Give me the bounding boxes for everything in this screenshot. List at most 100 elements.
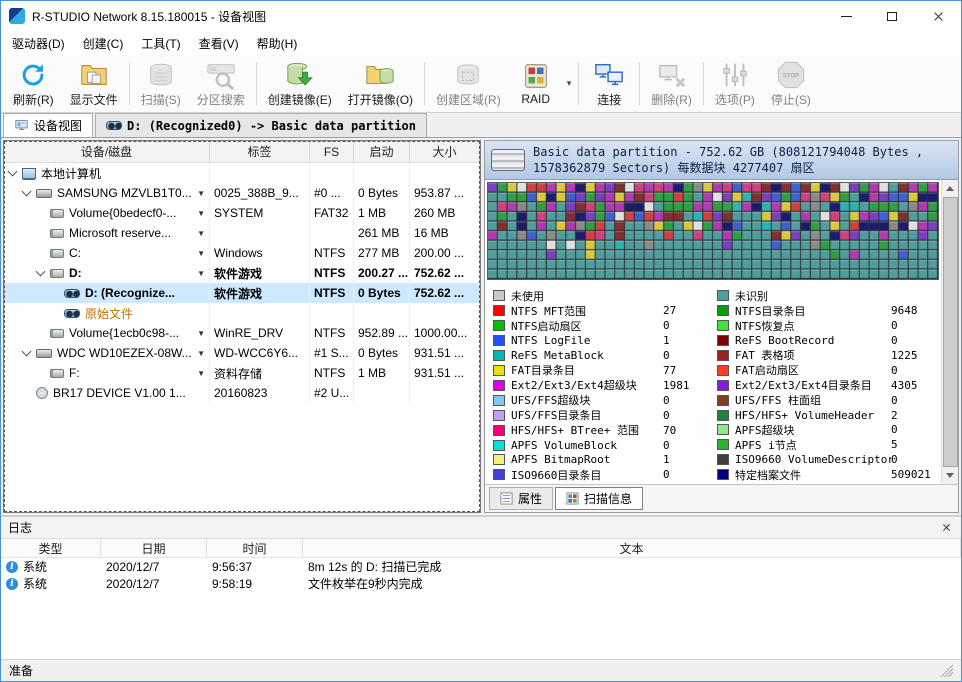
menu-item[interactable]: 驱动器(D) bbox=[3, 32, 74, 55]
tree-row[interactable]: D:▼软件游戏NTFS200.27 ...752.62 ... bbox=[4, 263, 480, 283]
expander-icon[interactable] bbox=[22, 347, 32, 357]
tree-row[interactable]: 本地计算机 bbox=[4, 163, 480, 183]
cell-size: 200.00 ... bbox=[410, 243, 480, 263]
expander-icon[interactable] bbox=[36, 267, 46, 277]
resize-grip[interactable] bbox=[940, 664, 953, 677]
minimize-button[interactable] bbox=[823, 1, 869, 31]
legend-item: ReFS BootRecord0 bbox=[717, 333, 937, 348]
rec-icon bbox=[106, 121, 122, 130]
tree-column-header[interactable]: FS bbox=[310, 141, 354, 162]
expander-icon[interactable] bbox=[22, 187, 32, 197]
log-column-header[interactable]: 日期 bbox=[101, 539, 207, 557]
menu-item[interactable]: 创建(C) bbox=[74, 32, 133, 55]
toolbar-button-create-image[interactable]: 创建镜像(E) bbox=[260, 57, 340, 110]
legend-count: 1 bbox=[663, 334, 709, 347]
legend-count: 0 bbox=[891, 319, 937, 332]
legend-item: APFS超级块0 bbox=[717, 422, 937, 437]
app-logo-icon bbox=[9, 8, 25, 24]
tree-column-header[interactable]: 启动 bbox=[354, 141, 410, 162]
toolbar-button-show-files[interactable]: 显示文件 bbox=[62, 57, 126, 110]
cell-fs bbox=[310, 163, 354, 183]
window-title: R-STUDIO Network 8.15.180015 - 设备视图 bbox=[32, 8, 823, 25]
legend-label: FAT启动扇区 bbox=[735, 362, 891, 378]
vertical-scrollbar[interactable] bbox=[941, 180, 958, 484]
device-name: Microsoft reserve... bbox=[69, 226, 171, 240]
tree-row[interactable]: 原始文件 bbox=[4, 303, 480, 323]
tree-row[interactable]: F:▼资料存储NTFS1 MB931.51 ... bbox=[4, 363, 480, 383]
cd-icon bbox=[36, 387, 48, 399]
tab-label: 设备视图 bbox=[34, 117, 82, 134]
maximize-button[interactable] bbox=[869, 1, 915, 31]
row-dropdown-arrow[interactable]: ▼ bbox=[194, 369, 205, 378]
row-dropdown-arrow[interactable]: ▼ bbox=[194, 229, 205, 238]
tree-row[interactable]: BR17 DEVICE V1.00 1...20160823#2 U... bbox=[4, 383, 480, 403]
row-dropdown-arrow[interactable]: ▼ bbox=[194, 209, 205, 218]
computer-icon bbox=[22, 168, 36, 179]
toolbar-button-label: 刷新(R) bbox=[13, 91, 54, 108]
log-column-header[interactable]: 时间 bbox=[207, 539, 303, 557]
tab-scan-info[interactable]: 扫描信息 bbox=[555, 487, 643, 510]
tree-row[interactable]: D: (Recognize...软件游戏NTFS0 Bytes752.62 ..… bbox=[4, 283, 480, 303]
legend-item: HFS/HFS+ BTree+ 范围70 bbox=[493, 423, 709, 438]
legend-swatch bbox=[717, 410, 729, 421]
toolbar-dropdown-arrow[interactable]: ▾ bbox=[563, 57, 576, 110]
legend-swatch bbox=[493, 290, 505, 301]
tree-column-header[interactable]: 标签 bbox=[210, 141, 310, 162]
expander-icon[interactable] bbox=[8, 167, 18, 177]
rec-icon bbox=[64, 289, 80, 298]
info-icon: i bbox=[6, 578, 18, 590]
legend-label: ISO9660目录条目 bbox=[511, 467, 663, 483]
tree-column-header[interactable]: 大小 bbox=[410, 141, 480, 162]
scan-info-body: 未使用NTFS MFT范围27NTFS启动扇区0NTFS LogFile1ReF… bbox=[485, 180, 958, 484]
row-dropdown-arrow[interactable]: ▼ bbox=[194, 329, 205, 338]
scroll-thumb[interactable] bbox=[943, 197, 958, 467]
scroll-up-button[interactable] bbox=[943, 181, 958, 196]
legend-label: ISO9660 VolumeDescriptor bbox=[735, 453, 891, 466]
menu-item[interactable]: 工具(T) bbox=[132, 32, 189, 55]
sector-map-canvas[interactable] bbox=[488, 183, 938, 279]
row-dropdown-arrow[interactable]: ▼ bbox=[194, 189, 205, 198]
log-close-button[interactable] bbox=[938, 520, 954, 536]
scroll-down-button[interactable] bbox=[943, 468, 958, 483]
toolbar-button-connect[interactable]: 连接 bbox=[582, 57, 636, 110]
tab-properties[interactable]: 属性 bbox=[489, 487, 553, 510]
tab-device-view[interactable]: 设备视图 bbox=[3, 113, 93, 137]
cell-fs bbox=[310, 223, 354, 243]
cell-device: BR17 DEVICE V1.00 1... bbox=[4, 383, 210, 403]
tree-row[interactable]: WDC WD10EZEX-08W...▼WD-WCC6Y6...#1 S...0… bbox=[4, 343, 480, 363]
toolbar-separator bbox=[129, 62, 130, 105]
right-tab-bar: 属性扫描信息 bbox=[485, 484, 958, 512]
log-row[interactable]: i系统2020/12/79:58:19文件枚举在9秒内完成 bbox=[1, 575, 961, 592]
row-dropdown-arrow[interactable]: ▼ bbox=[194, 349, 205, 358]
tree-row[interactable]: Volume{1ecb0c98-...▼WinRE_DRVNTFS952.89 … bbox=[4, 323, 480, 343]
legend-swatch bbox=[493, 440, 505, 451]
menu-item[interactable]: 查看(V) bbox=[190, 32, 248, 55]
row-dropdown-arrow[interactable]: ▼ bbox=[194, 269, 205, 278]
cell-label: 资料存储 bbox=[210, 363, 310, 383]
tree-column-header[interactable]: 设备/磁盘 bbox=[4, 141, 210, 162]
tree-row[interactable]: Microsoft reserve...▼261 MB16 MB bbox=[4, 223, 480, 243]
cell-label bbox=[210, 223, 310, 243]
cell-device: Microsoft reserve... ▼ bbox=[4, 223, 210, 243]
cell-fs: FAT32 bbox=[310, 203, 354, 223]
menu-item[interactable]: 帮助(H) bbox=[248, 32, 307, 55]
log-column-header[interactable]: 类型 bbox=[1, 539, 101, 557]
tree-row[interactable]: SAMSUNG MZVLB1T0...▼0025_388B_9...#0 ...… bbox=[4, 183, 480, 203]
cell-label: 20160823 bbox=[210, 383, 310, 403]
tree-row[interactable]: Volume{0bedecf0-...▼SYSTEMFAT321 MB260 M… bbox=[4, 203, 480, 223]
legend-label: 特定档案文件 bbox=[735, 467, 891, 483]
cell-fs: NTFS bbox=[310, 363, 354, 383]
toolbar-button-raid[interactable]: RAID bbox=[509, 57, 563, 110]
legend-count: 1225 bbox=[891, 349, 937, 362]
toolbar-button-open-image[interactable]: 打开镜像(O) bbox=[340, 57, 421, 110]
log-column-header[interactable]: 文本 bbox=[303, 539, 961, 557]
row-dropdown-arrow[interactable]: ▼ bbox=[194, 249, 205, 258]
tree-row[interactable]: C:▼WindowsNTFS277 MB200.00 ... bbox=[4, 243, 480, 263]
log-row[interactable]: i系统2020/12/79:56:378m 12s 的 D: 扫描已完成 bbox=[1, 558, 961, 575]
close-button[interactable] bbox=[915, 1, 961, 31]
volume-icon bbox=[50, 209, 64, 218]
legend-label: FAT 表格项 bbox=[735, 347, 891, 363]
tab-partition[interactable]: D: (Recognized0) -> Basic data partition bbox=[95, 113, 427, 137]
toolbar-button-refresh[interactable]: 刷新(R) bbox=[5, 57, 62, 110]
legend-item: 未使用 bbox=[493, 288, 709, 303]
